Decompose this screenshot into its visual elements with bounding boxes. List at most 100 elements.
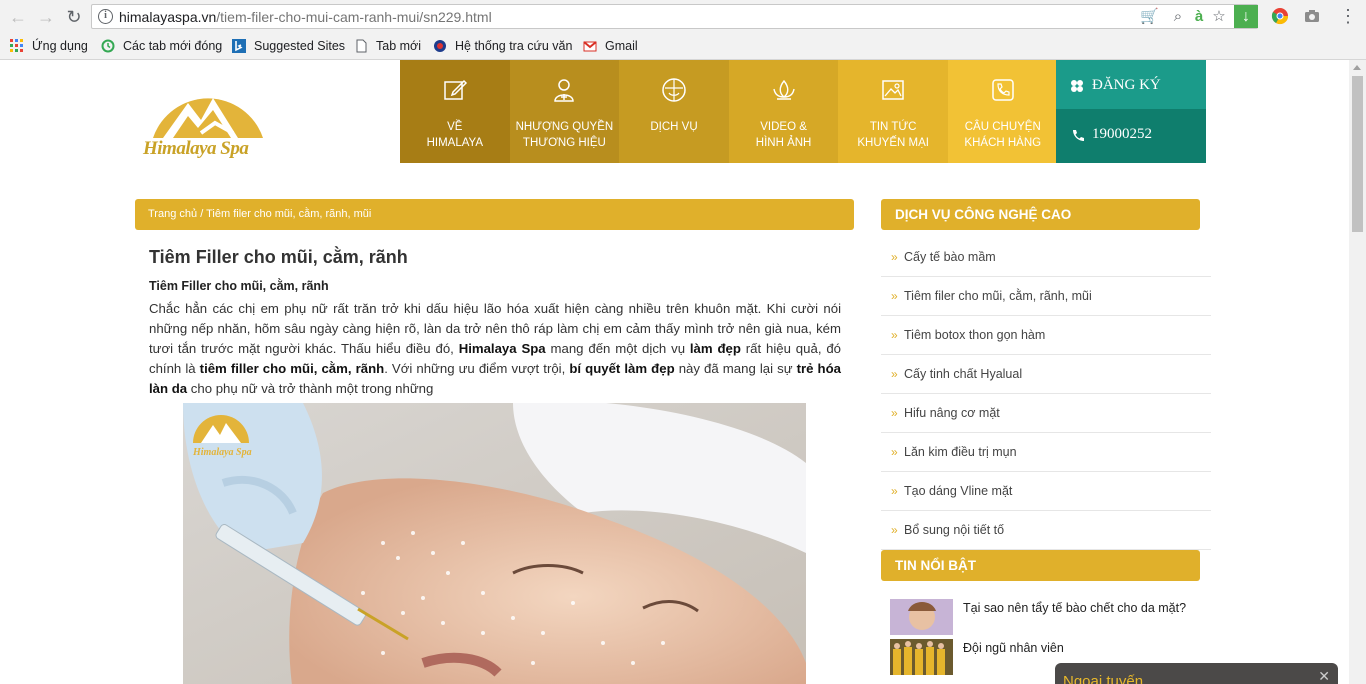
- bookmark-suggested-sites[interactable]: Suggested Sites: [232, 37, 345, 55]
- keyword-link[interactable]: bí quyết làm đẹp: [569, 361, 674, 376]
- url-path: /tiem-filer-cho-mui-cam-ranh-mui/sn229.h…: [216, 9, 492, 25]
- bookmark-apps[interactable]: Ứng dụng: [10, 37, 88, 55]
- brand-link[interactable]: Himalaya Spa: [459, 341, 546, 356]
- bullet-icon: »: [891, 250, 898, 264]
- bookmark-label: Hệ thống tra cứu văn: [455, 39, 573, 53]
- nav-label-line1: VỀ: [447, 121, 463, 133]
- nav-label-line1: TIN TỨC: [869, 121, 917, 133]
- bookmark-recent-tabs[interactable]: Các tab mới đóng: [101, 37, 222, 55]
- service-label: Bổ sung nội tiết tố: [904, 523, 1005, 537]
- bookmark-new-tab[interactable]: Tab mới: [354, 37, 421, 55]
- download-icon[interactable]: ↓: [1234, 5, 1258, 28]
- zoom-icon[interactable]: ⌕: [1169, 8, 1187, 26]
- camera-icon[interactable]: [1303, 7, 1321, 25]
- bookmark-label: Ứng dụng: [32, 39, 88, 53]
- keyword-link[interactable]: tiêm filler cho mũi, cằm, rãnh: [200, 361, 385, 376]
- service-item[interactable]: » Tiêm filer cho mũi, cằm, rãnh, mũi: [881, 277, 1211, 316]
- bookmark-label: Gmail: [605, 39, 638, 53]
- address-bar[interactable]: i himalayaspa.vn/tiem-filer-cho-mui-cam-…: [91, 4, 1258, 29]
- service-item[interactable]: » Tiêm botox thon gọn hàm: [881, 316, 1211, 355]
- register-button[interactable]: ĐĂNG KÝ: [1056, 60, 1206, 109]
- bullet-icon: »: [891, 523, 898, 537]
- text-run: cho phụ nữ và trở thành một trong những: [187, 381, 434, 396]
- url-text[interactable]: himalayaspa.vn/tiem-filer-cho-mui-cam-ra…: [119, 9, 492, 25]
- service-label: Tiêm botox thon gọn hàm: [904, 328, 1046, 342]
- service-label: Tạo dáng Vline mặt: [904, 484, 1013, 498]
- news-photo-woman: [890, 599, 953, 635]
- bullet-icon: »: [891, 367, 898, 381]
- news-photo-staff: [890, 639, 953, 675]
- text-run: này đã mang lại sự: [674, 361, 797, 376]
- bullet-icon: »: [891, 484, 898, 498]
- cart-icon[interactable]: 🛒: [1140, 8, 1159, 26]
- service-item[interactable]: » Hifu nâng cơ mặt: [881, 394, 1211, 433]
- nav-label-line2: THƯƠNG HIỆU: [522, 137, 606, 149]
- nav-services[interactable]: DỊCH VỤ: [619, 60, 729, 163]
- site-logo[interactable]: Himalaya Spa: [143, 78, 273, 166]
- info-icon[interactable]: i: [98, 9, 113, 24]
- nav-label-line1: VIDEO &: [760, 121, 807, 133]
- news-item[interactable]: Tại sao nên tẩy tế bào chết cho da mặt?: [890, 599, 1200, 635]
- breadcrumb: Trang chủ / Tiêm filer cho mũi, cằm, rãn…: [135, 199, 854, 230]
- news-title[interactable]: Tại sao nên tẩy tế bào chết cho da mặt?: [963, 601, 1186, 615]
- web-page: Himalaya Spa VỀ HIMALAYA NHƯỢNG QUYỀN THƯƠ…: [0, 60, 1349, 684]
- chat-collapse-icon[interactable]: ✕: [1318, 666, 1330, 684]
- service-item[interactable]: » Bổ sung nội tiết tố: [881, 511, 1211, 550]
- translate-icon[interactable]: à: [1190, 8, 1208, 26]
- filler-injection-photo: Himalaya Spa: [183, 403, 806, 684]
- breadcrumb-separator: /: [200, 208, 204, 220]
- bookmark-lookup-system[interactable]: Hệ thống tra cứu văn: [433, 37, 572, 55]
- bookmark-label: Các tab mới đóng: [123, 39, 223, 53]
- nav-news[interactable]: TIN TỨC KHUYẾN MẠI: [838, 60, 948, 163]
- service-item[interactable]: » Cấy tinh chất Hyalual: [881, 355, 1211, 394]
- news-thumbnail[interactable]: [890, 599, 953, 635]
- service-label: Cấy tinh chất Hyalual: [904, 367, 1023, 381]
- service-item[interactable]: » Lăn kim điều trị mụn: [881, 433, 1211, 472]
- service-label: Tiêm filer cho mũi, cằm, rãnh, mũi: [904, 289, 1092, 303]
- image-icon: [882, 80, 904, 100]
- news-heading: TIN NỔI BẬT: [881, 550, 1200, 581]
- nav-stories[interactable]: CÂU CHUYỆN KHÁCH HÀNG: [947, 60, 1058, 163]
- breadcrumb-home[interactable]: Trang chủ: [148, 208, 197, 220]
- emblem-icon: [434, 40, 446, 52]
- nav-video[interactable]: VIDEO & HÌNH ẢNH: [728, 60, 839, 163]
- star-icon[interactable]: ☆: [1210, 8, 1228, 26]
- news-title[interactable]: Đội ngũ nhân viên: [963, 641, 1064, 655]
- url-domain: himalayaspa.vn: [119, 9, 217, 25]
- service-item[interactable]: » Tạo dáng Vline mặt: [881, 472, 1211, 511]
- bing-icon: [232, 39, 246, 53]
- photo-watermark-text: Himalaya Spa: [192, 447, 252, 458]
- nav-about[interactable]: VỀ HIMALAYA: [400, 60, 510, 163]
- article-paragraph: Chắc hẳn các chị em phụ nữ rất trăn trở …: [149, 299, 841, 399]
- apps-grid-icon: [10, 39, 23, 52]
- keyword-link[interactable]: làm đẹp: [690, 341, 741, 356]
- back-icon[interactable]: ←: [6, 5, 30, 29]
- bullet-icon: »: [891, 289, 898, 303]
- bookmark-gmail[interactable]: Gmail: [583, 37, 638, 55]
- nav-label-line2: HÌNH ẢNH: [755, 137, 812, 149]
- bookmarks-bar: Ứng dụng Các tab mới đóng Suggested Site…: [0, 33, 1366, 60]
- chat-widget[interactable]: Ngoại tuyến ✕: [1055, 663, 1338, 684]
- hotline-button[interactable]: 19000252: [1056, 109, 1206, 163]
- nav-franchise[interactable]: NHƯỢNG QUYỀN THƯƠNG HIỆU: [509, 60, 620, 163]
- nav-label-line1: NHƯỢNG QUYỀN: [515, 121, 614, 133]
- page-scrollbar[interactable]: [1349, 60, 1366, 684]
- phone-icon: [992, 79, 1014, 101]
- scroll-up-icon[interactable]: [1353, 65, 1361, 70]
- news-thumbnail[interactable]: [890, 639, 953, 675]
- nav-label-line2: KHUYẾN MẠI: [857, 137, 929, 149]
- text-run: . Với những ưu điểm vượt trội,: [384, 361, 570, 376]
- service-item[interactable]: » Cấy tế bào mầm: [881, 238, 1211, 277]
- scroll-thumb[interactable]: [1352, 76, 1363, 232]
- nav-label-line2: HIMALAYA: [426, 137, 484, 149]
- reload-icon[interactable]: ↻: [62, 5, 86, 29]
- person-icon: [554, 79, 575, 102]
- bullet-icon: »: [891, 328, 898, 342]
- forward-icon[interactable]: →: [34, 5, 58, 29]
- menu-icon[interactable]: ⋮: [1336, 5, 1360, 29]
- bullet-icon: »: [891, 406, 898, 420]
- flower-icon: [1071, 80, 1083, 92]
- service-label: Hifu nâng cơ mặt: [904, 406, 1000, 420]
- breadcrumb-current[interactable]: Tiêm filer cho mũi, cằm, rãnh, mũi: [206, 208, 371, 220]
- chrome-extension-icon[interactable]: [1271, 7, 1289, 25]
